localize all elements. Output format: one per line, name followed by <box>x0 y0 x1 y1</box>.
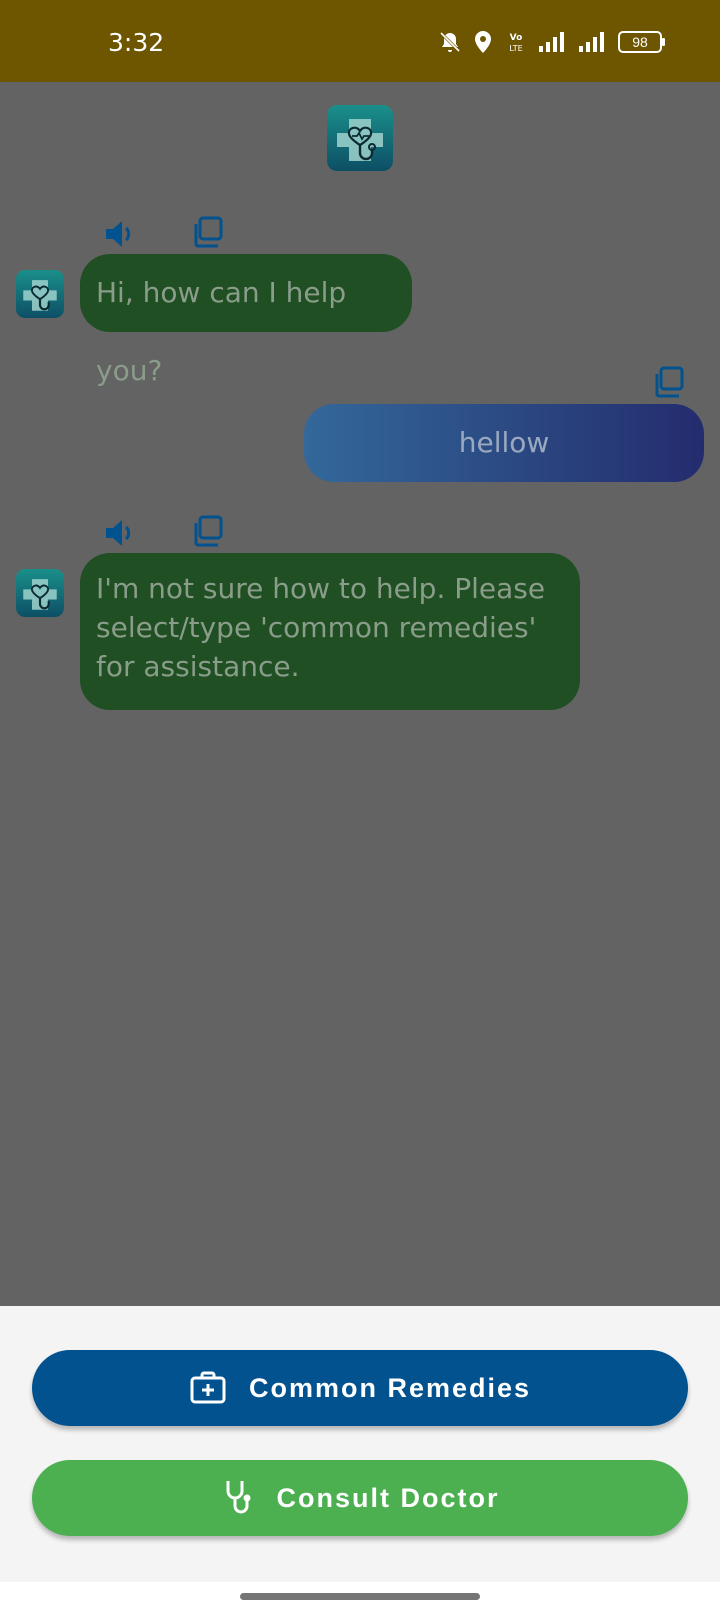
speaker-icon[interactable] <box>102 217 136 251</box>
copy-icon[interactable] <box>191 514 225 548</box>
status-time: 3:32 <box>108 28 165 57</box>
copy-icon[interactable] <box>652 365 686 399</box>
battery-icon: 98 <box>618 31 665 53</box>
common-remedies-button[interactable]: Common Remedies <box>32 1350 688 1426</box>
consult-doctor-button[interactable]: Consult Doctor <box>32 1460 688 1536</box>
bell-off-icon <box>439 31 461 53</box>
signal-icon <box>579 32 604 52</box>
signal-icon <box>539 32 564 52</box>
stethoscope-logo-icon <box>337 119 383 161</box>
consult-doctor-label: Consult Doctor <box>276 1482 500 1513</box>
bot-message[interactable]: Hi, how can I help you? <box>80 254 412 387</box>
svg-text:LTE: LTE <box>509 44 522 53</box>
stethoscope-icon <box>226 1481 250 1514</box>
status-icons: Vo LTE 98 <box>438 30 665 54</box>
app-logo <box>327 105 393 171</box>
common-remedies-label: Common Remedies <box>248 1372 532 1403</box>
stethoscope-icon <box>23 579 57 610</box>
bot-message[interactable]: I'm not sure how to help. Please select/… <box>80 553 580 710</box>
copy-icon[interactable] <box>191 215 225 249</box>
bot-avatar <box>16 569 64 617</box>
volte-icon: Vo LTE <box>509 33 523 53</box>
svg-text:Vo: Vo <box>510 33 523 43</box>
location-icon <box>475 31 491 53</box>
action-panel <box>0 1306 720 1582</box>
bot-avatar <box>16 270 64 318</box>
speaker-icon[interactable] <box>102 516 136 550</box>
stethoscope-icon <box>23 280 57 311</box>
home-gesture-handle[interactable] <box>240 1593 480 1600</box>
first-aid-kit-icon <box>190 1371 226 1404</box>
status-bar: 3:32 Vo LTE 98 <box>0 0 720 82</box>
user-message[interactable]: hellow <box>304 404 704 482</box>
